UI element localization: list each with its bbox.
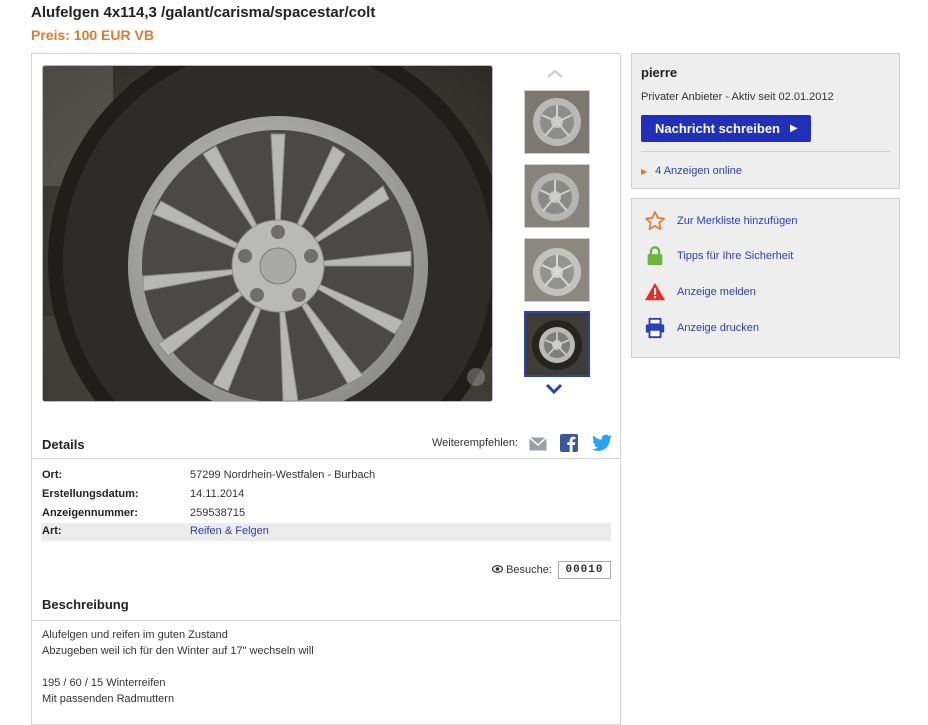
description-heading: Beschreibung <box>42 597 129 612</box>
add-to-watchlist-action[interactable]: Zur Merkliste hinzufügen <box>644 210 884 234</box>
actions-panel: Zur Merkliste hinzufügen Tipps für Ihre … <box>631 198 900 358</box>
ads-online-link[interactable]: ▶ 4 Anzeigen online <box>641 165 742 177</box>
description-line: Alufelgen und reifen im guten Zustand <box>42 629 228 641</box>
details-heading: Details <box>42 437 85 452</box>
action-label: Zur Merkliste hinzufügen <box>677 215 798 227</box>
detail-value: 259538715 <box>190 507 246 519</box>
visits-counter: 00010 <box>558 561 611 579</box>
visits-label: Besuche: <box>506 564 552 576</box>
detail-row-ad-number: Anzeigennummer: 259538715 <box>41 504 611 522</box>
detail-row-category: Art: Reifen & Felgen <box>41 523 611 541</box>
printer-icon <box>645 317 665 339</box>
listing-main-panel: Details Weiterempfehlen: Ort: 57299 Nord… <box>31 53 621 725</box>
category-link[interactable]: Reifen & Felgen <box>190 525 269 537</box>
chevron-up-icon[interactable] <box>546 66 564 82</box>
safety-tips-action[interactable]: Tipps für Ihre Sicherheit <box>644 245 884 269</box>
eye-icon <box>491 565 504 573</box>
listing-price: Preis: 100 EUR VB <box>31 27 154 43</box>
listing-title: Alufelgen 4x114,3 /galant/carisma/spaces… <box>31 4 376 21</box>
details-divider <box>32 458 620 459</box>
play-arrow-icon: ▶ <box>790 123 798 134</box>
detail-row-location: Ort: 57299 Nordrhein-Westfalen - Burbach <box>41 466 611 484</box>
warning-icon <box>644 282 666 301</box>
seller-info: Privater Anbieter - Aktiv seit 02.01.201… <box>641 91 834 103</box>
thumbnail-3[interactable] <box>524 238 590 302</box>
detail-value: 57299 Nordrhein-Westfalen - Burbach <box>190 469 376 481</box>
seller-panel: pierre Privater Anbieter - Aktiv seit 02… <box>631 53 900 189</box>
print-ad-action[interactable]: Anzeige drucken <box>644 317 884 341</box>
description-line: Mit passenden Radmuttern <box>42 693 175 705</box>
detail-label: Anzeigennummer: <box>42 507 138 519</box>
detail-value: 14.11.2014 <box>190 488 245 500</box>
detail-label: Ort: <box>42 469 63 481</box>
detail-label: Art: <box>42 525 62 537</box>
lock-icon <box>647 246 663 266</box>
main-photo[interactable] <box>42 65 493 402</box>
report-ad-action[interactable]: Anzeige melden <box>644 281 884 305</box>
thumbnail-2[interactable] <box>524 164 590 228</box>
description-line: Abzugeben weil ich für den Winter auf 17… <box>42 645 314 657</box>
star-icon <box>645 211 665 231</box>
action-label: Anzeige melden <box>677 286 756 298</box>
chevron-down-icon[interactable] <box>545 382 563 399</box>
thumbnail-1[interactable] <box>524 90 590 154</box>
seller-divider <box>641 151 890 152</box>
description-divider <box>32 620 620 621</box>
visits-label-wrap: Besuche: <box>491 564 552 576</box>
photo-nav-dot[interactable] <box>467 368 485 386</box>
ads-online-label: 4 Anzeigen online <box>655 165 743 177</box>
triangle-right-icon: ▶ <box>641 167 648 176</box>
description-line: 195 / 60 / 15 Winterreifen <box>42 677 166 689</box>
send-message-label: Nachricht schreiben <box>655 121 780 136</box>
detail-row-created: Erstellungsdatum: 14.11.2014 <box>41 485 611 503</box>
wheel-photo <box>43 66 492 401</box>
detail-label: Erstellungsdatum: <box>42 488 139 500</box>
seller-name[interactable]: pierre <box>641 65 677 80</box>
action-label: Tipps für Ihre Sicherheit <box>677 250 794 262</box>
twitter-icon[interactable] <box>592 434 612 452</box>
facebook-icon[interactable] <box>560 434 580 452</box>
action-label: Anzeige drucken <box>677 322 759 334</box>
thumbnail-strip <box>522 64 592 404</box>
thumbnail-4[interactable] <box>524 311 590 377</box>
send-message-button[interactable]: Nachricht schreiben ▶ <box>641 115 811 142</box>
mail-icon[interactable] <box>529 434 549 452</box>
share-label: Weiterempfehlen: <box>432 437 519 449</box>
